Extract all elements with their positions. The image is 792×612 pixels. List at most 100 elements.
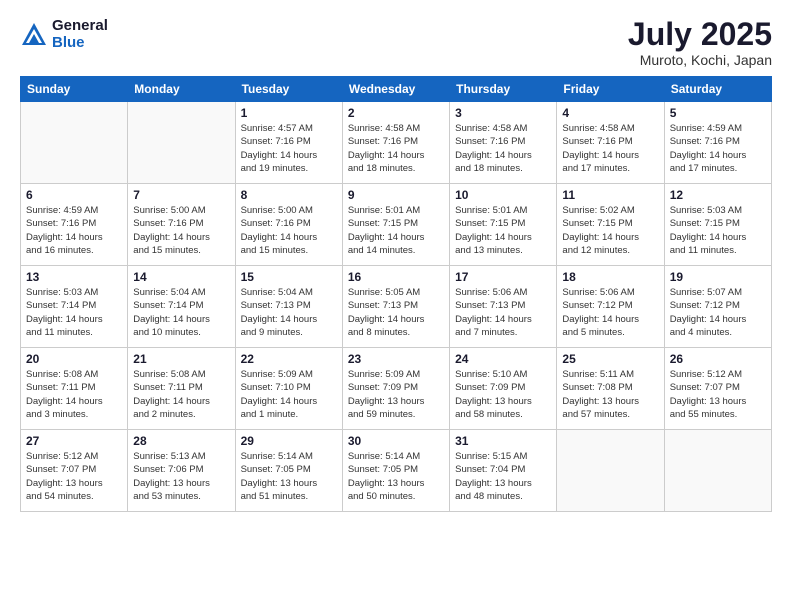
calendar-cell: 6Sunrise: 4:59 AMSunset: 7:16 PMDaylight… [21,184,128,266]
day-info: Sunrise: 5:00 AMSunset: 7:16 PMDaylight:… [133,204,229,257]
day-info: Sunrise: 5:10 AMSunset: 7:09 PMDaylight:… [455,368,551,421]
day-number: 9 [348,188,444,202]
day-info: Sunrise: 5:06 AMSunset: 7:13 PMDaylight:… [455,286,551,339]
day-number: 24 [455,352,551,366]
day-number: 15 [241,270,337,284]
day-number: 28 [133,434,229,448]
calendar-cell: 9Sunrise: 5:01 AMSunset: 7:15 PMDaylight… [342,184,449,266]
calendar-cell: 21 Sunrise: 5:08 AMSunset: 7:11 PMDayligh… [128,348,235,430]
calendar-cell [664,430,771,512]
day-number: 26 [670,352,766,366]
day-info: Sunrise: 5:01 AMSunset: 7:15 PMDaylight:… [455,204,551,257]
day-number: 23 [348,352,444,366]
day-number: 3 [455,106,551,120]
day-info: Sunrise: 5:06 AMSunset: 7:12 PMDaylight:… [562,286,658,339]
location: Muroto, Kochi, Japan [628,52,772,68]
calendar-cell: 5 Sunrise: 4:59 AMSunset: 7:16 PMDaylight… [664,102,771,184]
day-number: 31 [455,434,551,448]
calendar-cell [21,102,128,184]
calendar-header-thursday: Thursday [450,77,557,102]
day-info: Sunrise: 5:02 AMSunset: 7:15 PMDaylight:… [562,204,658,257]
day-number: 11 [562,188,658,202]
day-number: 17 [455,270,551,284]
calendar-week-row: 1Sunrise: 4:57 AMSunset: 7:16 PMDaylight… [21,102,772,184]
day-info: Sunrise: 5:04 AMSunset: 7:13 PMDaylight:… [241,286,337,339]
calendar-cell: 31 Sunrise: 5:15 AMSunset: 7:04 PMDayligh… [450,430,557,512]
day-number: 1 [241,106,337,120]
calendar-cell: 19 Sunrise: 5:07 AMSunset: 7:12 PMDayligh… [664,266,771,348]
logo: General Blue [20,18,108,51]
day-info: Sunrise: 5:08 AMSunset: 7:11 PMDaylight:… [26,368,122,421]
calendar-cell: 14Sunrise: 5:04 AMSunset: 7:14 PMDayligh… [128,266,235,348]
day-info: Sunrise: 5:05 AMSunset: 7:13 PMDaylight:… [348,286,444,339]
day-info: Sunrise: 5:00 AMSunset: 7:16 PMDaylight:… [241,204,337,257]
day-number: 12 [670,188,766,202]
day-info: Sunrise: 5:14 AMSunset: 7:05 PMDaylight:… [348,450,444,503]
calendar-week-row: 6Sunrise: 4:59 AMSunset: 7:16 PMDaylight… [21,184,772,266]
day-info: Sunrise: 4:58 AMSunset: 7:16 PMDaylight:… [455,122,551,175]
calendar-cell: 4 Sunrise: 4:58 AMSunset: 7:16 PMDaylight… [557,102,664,184]
calendar-cell: 22Sunrise: 5:09 AMSunset: 7:10 PMDayligh… [235,348,342,430]
day-number: 7 [133,188,229,202]
calendar-cell: 1Sunrise: 4:57 AMSunset: 7:16 PMDaylight… [235,102,342,184]
month-title: July 2025 [628,18,772,50]
day-info: Sunrise: 5:03 AMSunset: 7:15 PMDaylight:… [670,204,766,257]
day-number: 18 [562,270,658,284]
day-number: 16 [348,270,444,284]
day-number: 10 [455,188,551,202]
calendar-week-row: 27Sunrise: 5:12 AMSunset: 7:07 PMDayligh… [21,430,772,512]
calendar-cell: 10 Sunrise: 5:01 AMSunset: 7:15 PMDayligh… [450,184,557,266]
day-info: Sunrise: 4:58 AMSunset: 7:16 PMDaylight:… [562,122,658,175]
calendar-cell: 25 Sunrise: 5:11 AMSunset: 7:08 PMDayligh… [557,348,664,430]
day-number: 19 [670,270,766,284]
day-info: Sunrise: 5:09 AMSunset: 7:09 PMDaylight:… [348,368,444,421]
calendar-cell: 7 Sunrise: 5:00 AMSunset: 7:16 PMDaylight… [128,184,235,266]
day-info: Sunrise: 4:58 AMSunset: 7:16 PMDaylight:… [348,122,444,175]
calendar-cell: 20 Sunrise: 5:08 AMSunset: 7:11 PMDayligh… [21,348,128,430]
title-block: July 2025 Muroto, Kochi, Japan [628,18,772,68]
calendar-week-row: 13Sunrise: 5:03 AMSunset: 7:14 PMDayligh… [21,266,772,348]
calendar-cell: 8 Sunrise: 5:00 AMSunset: 7:16 PMDaylight… [235,184,342,266]
day-number: 21 [133,352,229,366]
calendar-week-row: 20 Sunrise: 5:08 AMSunset: 7:11 PMDayligh… [21,348,772,430]
calendar-cell: 29 Sunrise: 5:14 AMSunset: 7:05 PMDayligh… [235,430,342,512]
logo-blue-label: Blue [52,35,108,52]
day-info: Sunrise: 5:04 AMSunset: 7:14 PMDaylight:… [133,286,229,339]
calendar-cell [128,102,235,184]
logo-general-label: General [52,18,108,35]
day-info: Sunrise: 4:59 AMSunset: 7:16 PMDaylight:… [26,204,122,257]
calendar-cell [557,430,664,512]
calendar-cell: 17 Sunrise: 5:06 AMSunset: 7:13 PMDayligh… [450,266,557,348]
calendar-cell: 2Sunrise: 4:58 AMSunset: 7:16 PMDaylight… [342,102,449,184]
day-info: Sunrise: 5:11 AMSunset: 7:08 PMDaylight:… [562,368,658,421]
day-number: 30 [348,434,444,448]
calendar-header-monday: Monday [128,77,235,102]
calendar-cell: 16 Sunrise: 5:05 AMSunset: 7:13 PMDayligh… [342,266,449,348]
day-info: Sunrise: 5:09 AMSunset: 7:10 PMDaylight:… [241,368,337,421]
day-info: Sunrise: 5:14 AMSunset: 7:05 PMDaylight:… [241,450,337,503]
day-info: Sunrise: 5:08 AMSunset: 7:11 PMDaylight:… [133,368,229,421]
page: General Blue July 2025 Muroto, Kochi, Ja… [0,0,792,612]
calendar-cell: 12 Sunrise: 5:03 AMSunset: 7:15 PMDayligh… [664,184,771,266]
day-info: Sunrise: 5:15 AMSunset: 7:04 PMDaylight:… [455,450,551,503]
calendar-cell: 26Sunrise: 5:12 AMSunset: 7:07 PMDayligh… [664,348,771,430]
calendar-header-saturday: Saturday [664,77,771,102]
day-number: 20 [26,352,122,366]
day-number: 25 [562,352,658,366]
calendar-header-sunday: Sunday [21,77,128,102]
day-info: Sunrise: 5:07 AMSunset: 7:12 PMDaylight:… [670,286,766,339]
calendar-header-friday: Friday [557,77,664,102]
calendar-cell: 23 Sunrise: 5:09 AMSunset: 7:09 PMDayligh… [342,348,449,430]
day-number: 29 [241,434,337,448]
calendar-cell: 11 Sunrise: 5:02 AMSunset: 7:15 PMDayligh… [557,184,664,266]
calendar-cell: 24 Sunrise: 5:10 AMSunset: 7:09 PMDayligh… [450,348,557,430]
calendar-cell: 15 Sunrise: 5:04 AMSunset: 7:13 PMDayligh… [235,266,342,348]
calendar-header-wednesday: Wednesday [342,77,449,102]
day-info: Sunrise: 4:59 AMSunset: 7:16 PMDaylight:… [670,122,766,175]
day-number: 5 [670,106,766,120]
logo-text: General Blue [52,18,108,51]
day-number: 4 [562,106,658,120]
calendar-cell: 30 Sunrise: 5:14 AMSunset: 7:05 PMDayligh… [342,430,449,512]
day-number: 8 [241,188,337,202]
day-info: Sunrise: 5:03 AMSunset: 7:14 PMDaylight:… [26,286,122,339]
